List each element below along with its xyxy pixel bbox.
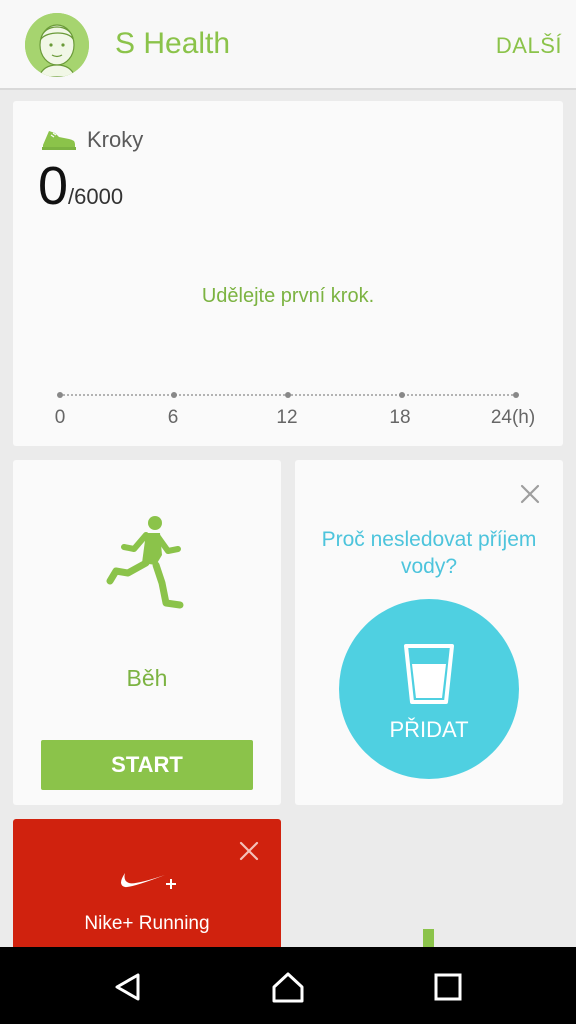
timeline-tick-label: 24(h) xyxy=(490,407,536,428)
runner-icon xyxy=(106,516,184,609)
timeline-dot xyxy=(513,392,519,398)
shoe-icon xyxy=(42,131,76,150)
glass-icon xyxy=(404,644,454,704)
add-water-label: PŘIDAT xyxy=(389,717,469,742)
close-icon[interactable] xyxy=(237,839,261,863)
steps-timeline xyxy=(57,392,519,398)
home-icon[interactable] xyxy=(268,967,308,1007)
water-prompt: Proč nesledovat příjem vody? xyxy=(321,528,537,578)
running-card[interactable]: Běh START xyxy=(13,460,281,805)
partial-bar-graphic xyxy=(423,929,434,949)
add-water-button[interactable]: PŘIDAT xyxy=(339,599,519,779)
system-navigation-bar xyxy=(0,947,576,1024)
more-button[interactable]: DALŠÍ xyxy=(496,33,562,59)
steps-card[interactable]: Kroky 0/6000 Udělejte první krok. 0 6 12… xyxy=(13,101,563,446)
steps-message: Udělejte první krok. xyxy=(201,285,375,307)
timeline-tick-label: 6 xyxy=(167,407,179,428)
recent-apps-icon[interactable] xyxy=(428,967,468,1007)
start-button[interactable]: START xyxy=(41,740,253,790)
steps-value: 0/6000 xyxy=(38,155,123,217)
nike-running-card[interactable]: Nike+ Running xyxy=(13,819,281,959)
timeline-tick-label: 12 xyxy=(276,407,298,428)
back-icon[interactable] xyxy=(108,967,148,1007)
steps-count: 0 xyxy=(38,156,69,216)
timeline-tick-label: 0 xyxy=(54,407,66,428)
water-card[interactable]: Proč nesledovat příjem vody? PŘIDAT xyxy=(295,460,563,805)
timeline-dot xyxy=(171,392,177,398)
timeline-tick-label: 18 xyxy=(389,407,411,428)
nike-running-label: Nike+ Running xyxy=(84,913,210,934)
app-bar: S Health DALŠÍ xyxy=(0,0,576,90)
timeline-dot xyxy=(399,392,405,398)
steps-label: Kroky xyxy=(87,127,144,152)
close-icon[interactable] xyxy=(518,482,542,506)
avatar-face-icon xyxy=(25,13,89,77)
avatar[interactable] xyxy=(25,13,89,77)
steps-goal: /6000 xyxy=(68,184,124,209)
running-label: Běh xyxy=(126,665,168,691)
nike-swoosh-icon xyxy=(121,873,176,889)
app-title: S Health xyxy=(115,27,231,60)
timeline-dot xyxy=(57,392,63,398)
timeline-dot xyxy=(285,392,291,398)
